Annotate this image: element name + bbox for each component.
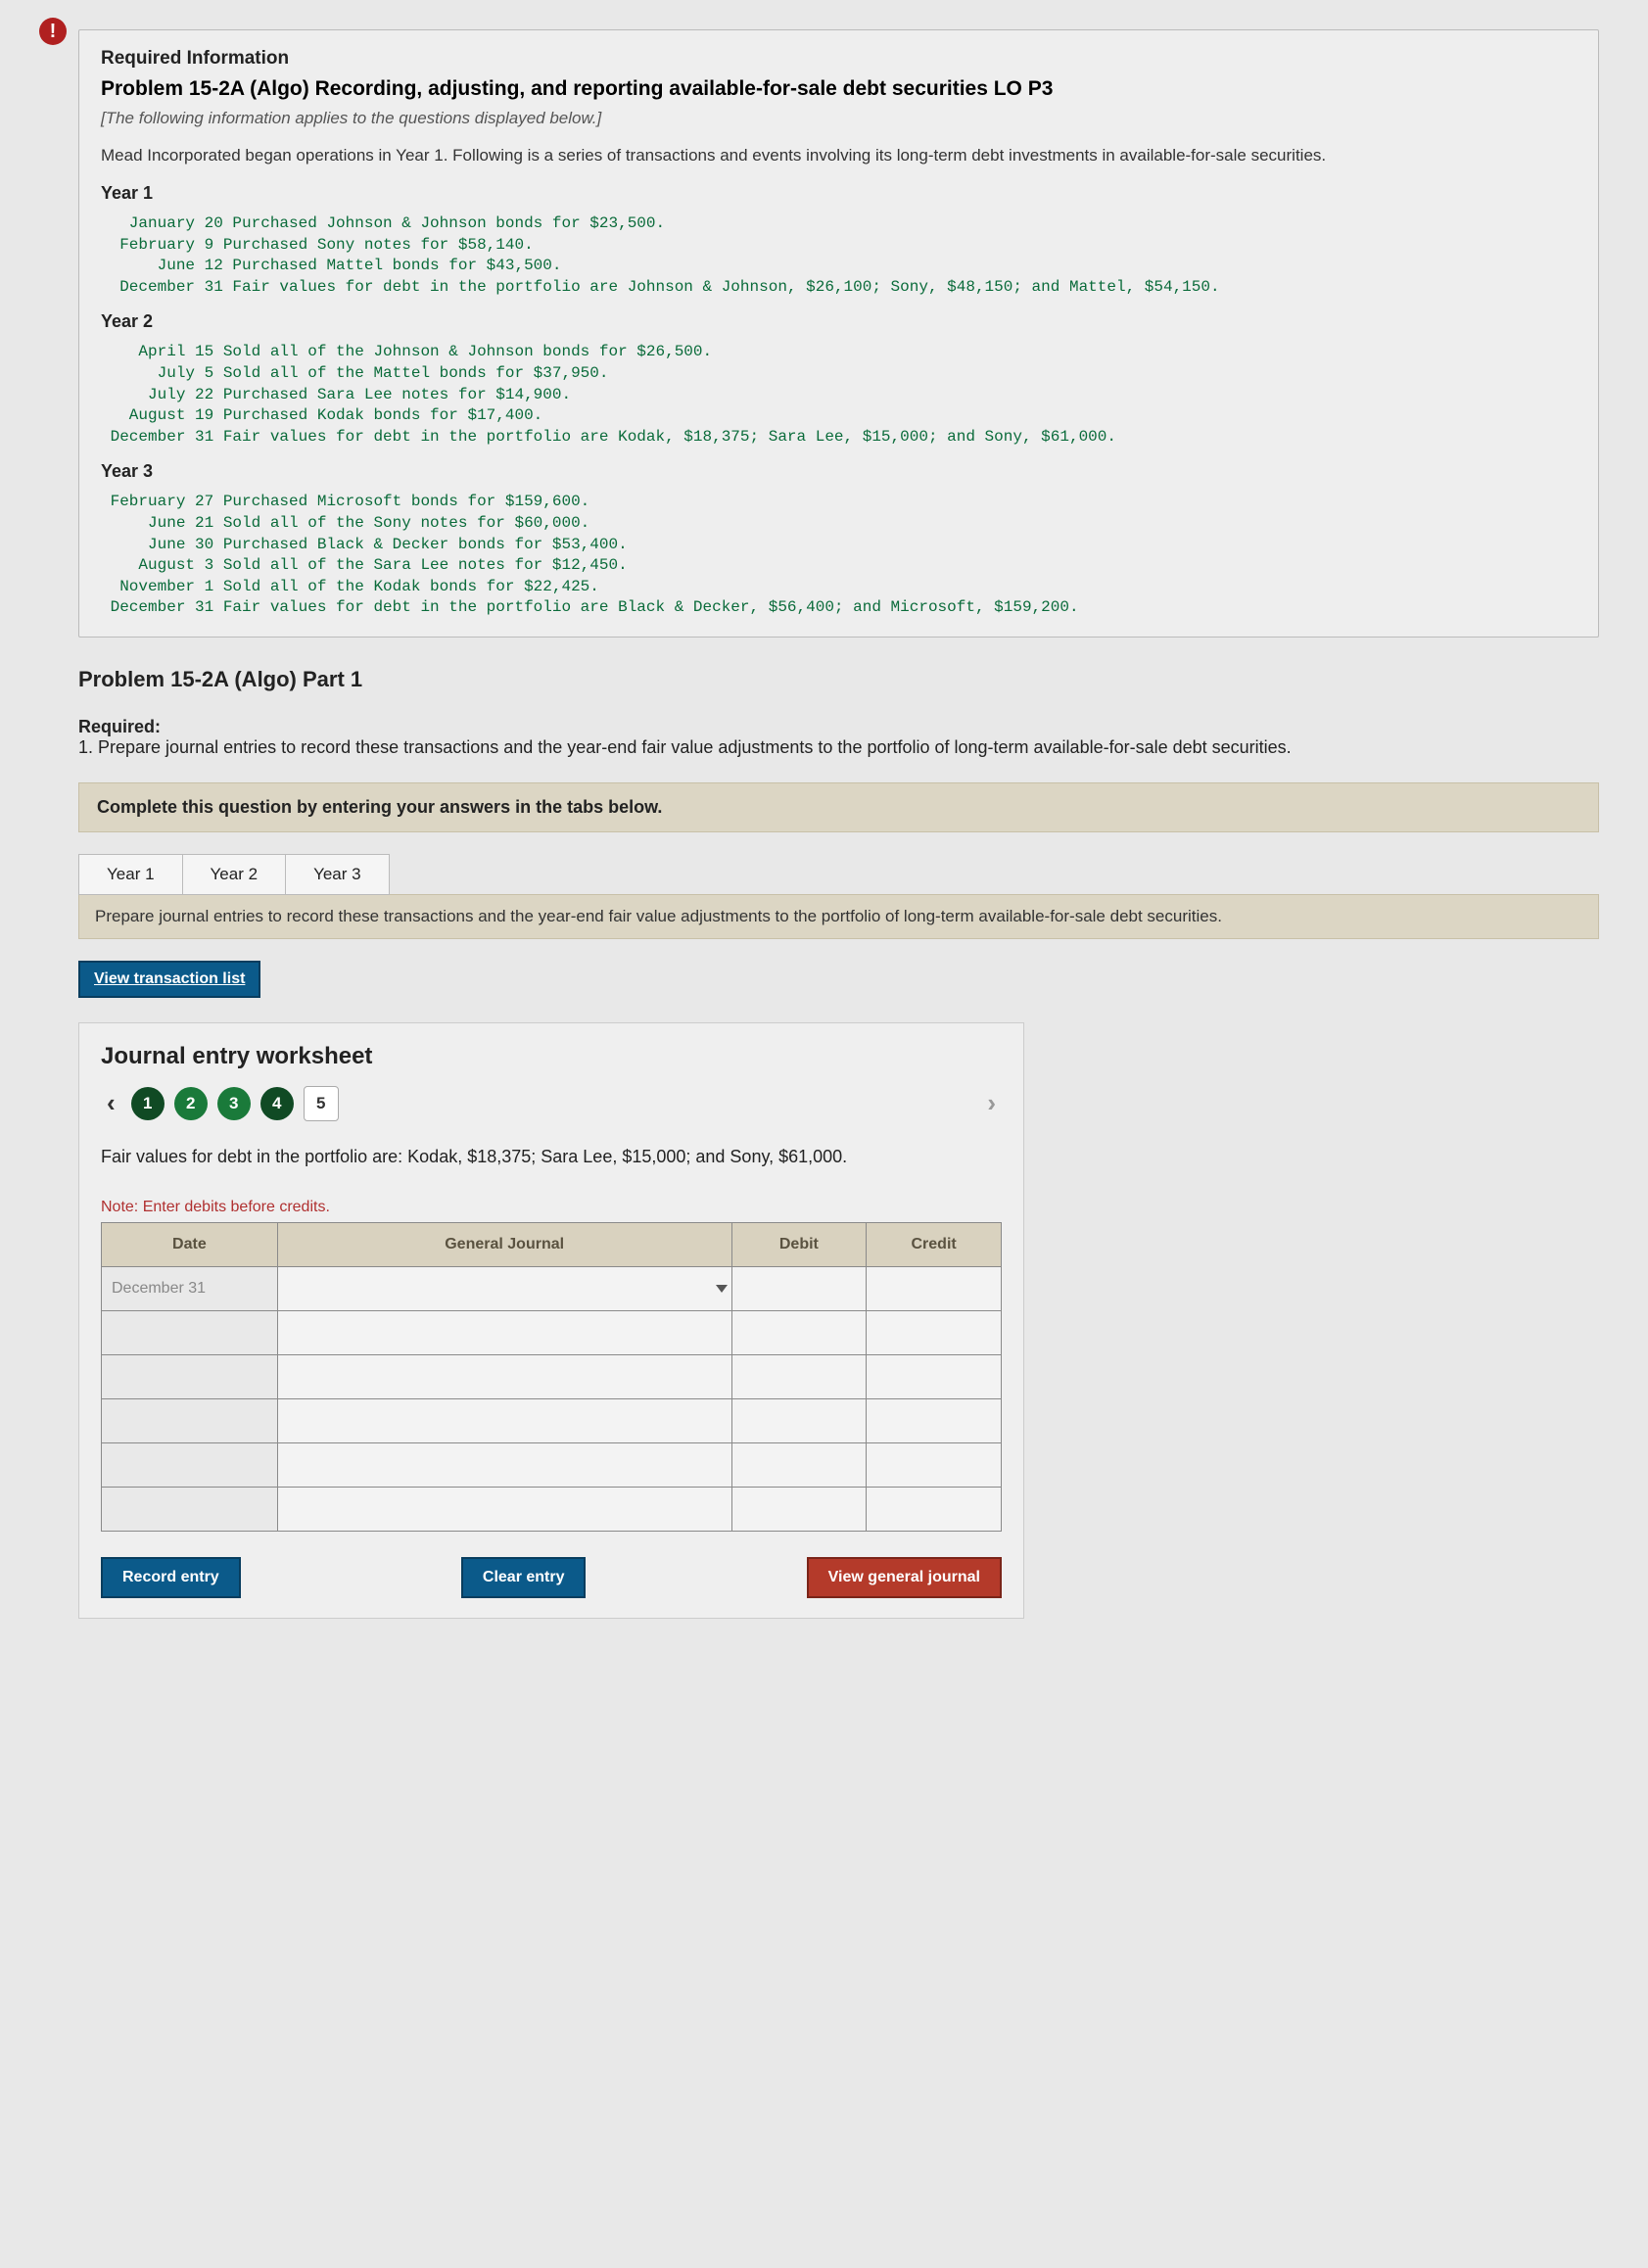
date-cell [102,1488,278,1532]
year1-transactions: January 20 Purchased Johnson & Johnson b… [101,213,1577,298]
page-5[interactable]: 5 [304,1086,339,1121]
narrative: Mead Incorporated began operations in Ye… [101,146,1577,165]
col-date: Date [102,1223,278,1267]
required-information-box: Required Information Problem 15-2A (Algo… [78,29,1599,638]
col-general-journal: General Journal [277,1223,731,1267]
tab-year1[interactable]: Year 1 [78,854,183,895]
chevron-down-icon [716,1285,728,1293]
table-row [102,1399,1002,1443]
debit-input[interactable] [731,1267,867,1311]
required-info-heading: Required Information [101,48,1577,70]
problem-title: Problem 15-2A (Algo) Recording, adjustin… [101,77,1577,101]
table-row [102,1311,1002,1355]
col-credit: Credit [867,1223,1002,1267]
debit-input[interactable] [731,1399,867,1443]
debit-input[interactable] [731,1355,867,1399]
journal-entry-table: Date General Journal Debit Credit Decemb… [101,1222,1002,1532]
credit-input[interactable] [867,1399,1002,1443]
col-debit: Debit [731,1223,867,1267]
debits-before-credits-note: Note: Enter debits before credits. [101,1199,1002,1216]
table-row [102,1355,1002,1399]
credit-input[interactable] [867,1355,1002,1399]
page-4[interactable]: 4 [260,1087,294,1120]
account-dropdown[interactable] [277,1355,731,1399]
inner-instruction: Prepare journal entries to record these … [78,894,1599,939]
credit-input[interactable] [867,1311,1002,1355]
view-general-journal-button[interactable]: View general journal [807,1557,1002,1598]
entry-description: Fair values for debt in the portfolio ar… [101,1145,1002,1169]
year3-transactions: February 27 Purchased Microsoft bonds fo… [101,492,1577,619]
worksheet-buttons: Record entry Clear entry View general jo… [101,1557,1002,1598]
record-entry-button[interactable]: Record entry [101,1557,241,1598]
credit-input[interactable] [867,1267,1002,1311]
clear-entry-button[interactable]: Clear entry [461,1557,587,1598]
chevron-left-icon[interactable]: ‹ [101,1088,121,1118]
tabs-instruction: Complete this question by entering your … [78,782,1599,832]
year2-heading: Year 2 [101,311,1577,332]
required-body: 1. Prepare journal entries to record the… [78,737,1599,758]
debit-input[interactable] [731,1488,867,1532]
alert-icon: ! [39,18,67,45]
table-row [102,1488,1002,1532]
account-dropdown[interactable] [277,1399,731,1443]
tab-year3[interactable]: Year 3 [286,854,390,895]
year1-heading: Year 1 [101,183,1577,204]
account-dropdown[interactable] [277,1488,731,1532]
page-1[interactable]: 1 [131,1087,165,1120]
worksheet-title: Journal entry worksheet [101,1043,1002,1070]
part-title: Problem 15-2A (Algo) Part 1 [78,667,1599,692]
date-cell [102,1355,278,1399]
debit-input[interactable] [731,1443,867,1488]
page-2[interactable]: 2 [174,1087,208,1120]
year2-transactions: April 15 Sold all of the Johnson & Johns… [101,342,1577,448]
entry-pager: ‹ 1 2 3 4 5 › [101,1086,1002,1121]
year3-heading: Year 3 [101,461,1577,482]
page-3[interactable]: 3 [217,1087,251,1120]
credit-input[interactable] [867,1443,1002,1488]
year-tabs: Year 1 Year 2 Year 3 [78,854,1599,895]
journal-entry-worksheet: Journal entry worksheet ‹ 1 2 3 4 5 › Fa… [78,1022,1024,1619]
account-dropdown[interactable] [277,1311,731,1355]
debit-input[interactable] [731,1311,867,1355]
credit-input[interactable] [867,1488,1002,1532]
table-row [102,1443,1002,1488]
account-dropdown[interactable] [277,1443,731,1488]
table-row: December 31 [102,1267,1002,1311]
view-transaction-list-button[interactable]: View transaction list [78,961,260,998]
required-heading: Required: [78,717,1599,737]
chevron-right-icon[interactable]: › [981,1088,1002,1118]
applies-note: [The following information applies to th… [101,109,1577,128]
date-cell [102,1399,278,1443]
tab-year2[interactable]: Year 2 [183,854,287,895]
date-cell [102,1443,278,1488]
date-cell [102,1311,278,1355]
date-cell: December 31 [102,1267,278,1311]
account-dropdown[interactable] [277,1267,731,1311]
